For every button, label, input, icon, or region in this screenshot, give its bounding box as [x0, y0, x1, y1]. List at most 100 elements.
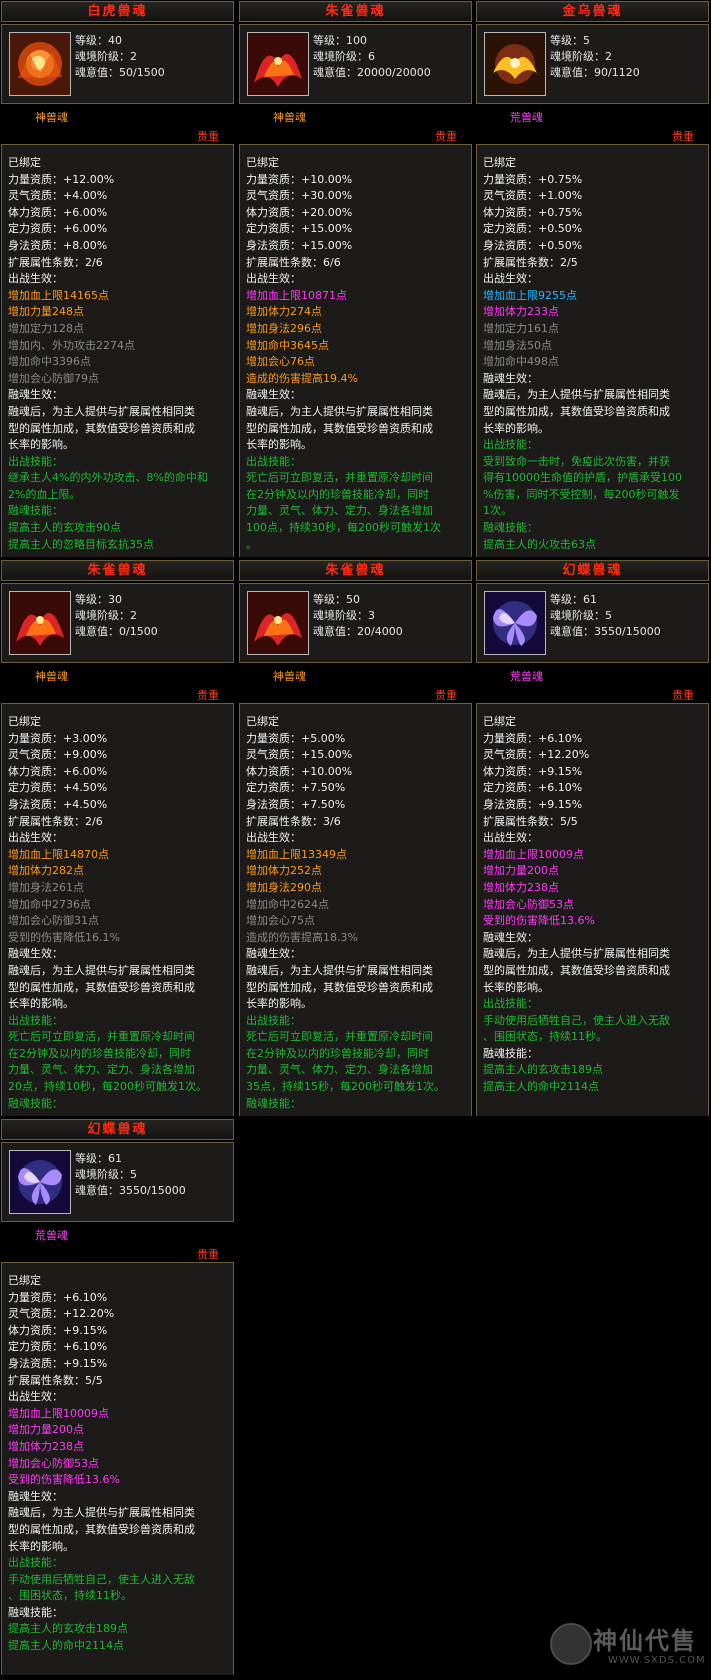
soul-value: 魂意值：3550/15000 — [75, 1184, 186, 1197]
attribute-line: 定力资质：+0.50% — [483, 222, 583, 236]
soul-level: 等级：61 — [75, 1152, 122, 1165]
golden-crow-icon[interactable] — [484, 32, 546, 96]
attribute-line: 提高主人的玄攻击189点 — [483, 1063, 603, 1077]
attribute-line: 100点，持续30秒，每200秒可触发1次 — [246, 521, 441, 535]
soul-rarity: 贵重 — [672, 130, 694, 143]
attribute-line: 融魂生效： — [483, 371, 538, 385]
attribute-line: 出战技能： — [483, 997, 538, 1011]
attribute-line: 扩展属性条数：6/6 — [246, 255, 341, 269]
attribute-line: 已绑定 — [8, 715, 41, 728]
attribute-line: 融魂后，为主人提供与扩展属性相同类 — [8, 404, 195, 418]
attribute-line: 灵气资质：+12.20% — [483, 748, 590, 762]
attribute-line: 融魂生效： — [246, 947, 301, 961]
vermilion-bird-icon[interactable] — [9, 591, 71, 655]
attribute-line: 增加体力274点 — [246, 305, 322, 319]
attribute-line: 增加血上限14165点 — [8, 288, 109, 302]
attribute-line: 融魂后，为主人提供与扩展属性相同类 — [8, 1506, 195, 1520]
attribute-line: 死亡后可立即复活，并重置原冷却时间 — [246, 471, 433, 485]
soul-title: 朱雀兽魂 — [239, 560, 472, 581]
attribute-line: 灵气资质：+4.00% — [8, 189, 108, 203]
attribute-line: 35点，持续15秒，每200秒可触发1次。 — [246, 1080, 445, 1094]
attribute-line: 型的属性加成，其数值受珍兽资质和成 — [8, 1522, 195, 1536]
soul-value: 魂意值：20/4000 — [313, 625, 403, 638]
soul-stage: 魂境阶级：5 — [75, 1168, 137, 1181]
phantom-butterfly-icon[interactable] — [9, 1150, 71, 1214]
soul-value: 魂意值：0/1500 — [75, 625, 158, 638]
attribute-line: 提高主人的玄攻击90点 — [8, 521, 121, 535]
attribute-lines: 已绑定 力量资质：+12.00% 灵气资质：+4.00% 体力资质：+6.00% 定力资… — [8, 155, 229, 553]
soul-level: 等级：61 — [550, 593, 597, 606]
attribute-line: 灵气资质：+30.00% — [246, 189, 353, 203]
attribute-line: 造成的伤害提高19.4% — [246, 371, 358, 385]
soul-title: 幻蝶兽魂 — [476, 560, 709, 581]
attribute-line: 增加定力161点 — [483, 321, 559, 335]
attribute-line: 融魂技能： — [483, 1046, 538, 1060]
attribute-line: 增加体力233点 — [483, 305, 559, 319]
attribute-line: 扩展属性条数：5/5 — [483, 814, 578, 828]
attribute-line: 增加力量200点 — [8, 1423, 84, 1437]
soul-level: 等级：50 — [313, 593, 360, 606]
watermark-url: WWW.SXDS.COM — [608, 1655, 706, 1666]
soul-category: 神兽魂 — [35, 670, 68, 683]
white-tiger-icon[interactable] — [9, 32, 71, 96]
attribute-line: 增加体力252点 — [246, 864, 322, 878]
attribute-line: 出战生效： — [8, 1390, 63, 1404]
soul-title: 朱雀兽魂 — [239, 1, 472, 22]
soul-detail-panel: 已绑定 力量资质：+12.00% 灵气资质：+4.00% 体力资质：+6.00% 定力资… — [1, 144, 234, 557]
attribute-lines: 已绑定 力量资质：+3.00% 灵气资质：+9.00% 体力资质：+6.00% 定力资质… — [8, 714, 229, 1112]
attribute-line: 增加会心75点 — [246, 914, 315, 928]
attribute-line: 定力资质：+6.00% — [8, 222, 108, 236]
attribute-lines: 已绑定 力量资质：+6.10% 灵气资质：+12.20% 体力资质：+9.15% 定力资… — [483, 714, 704, 1096]
attribute-line: 出战技能： — [8, 1556, 63, 1570]
soul-value: 魂意值：50/1500 — [75, 66, 165, 79]
attribute-line: 力量资质：+10.00% — [246, 172, 353, 186]
attribute-line: 扩展属性条数：2/6 — [8, 255, 103, 269]
attribute-line: 融魂生效： — [8, 947, 63, 961]
beast-soul-tooltip-screenshot: { "cards": [ { "title": "白虎兽魂", "level":… — [0, 0, 711, 1680]
soul-stage: 魂境阶级：5 — [550, 609, 612, 622]
attribute-line: 出战生效： — [246, 831, 301, 845]
attribute-line: 型的属性加成，其数值受珍兽资质和成 — [8, 980, 195, 994]
attribute-line: 扩展属性条数：2/6 — [8, 814, 103, 828]
attribute-line: 融魂后，为主人提供与扩展属性相同类 — [246, 963, 433, 977]
attribute-line: 增加会心76点 — [246, 355, 315, 369]
attribute-line: 出战生效： — [8, 831, 63, 845]
soul-stage: 魂境阶级：2 — [75, 50, 137, 63]
attribute-line: 、围困状态，持续11秒。 — [483, 1030, 607, 1044]
attribute-lines: 已绑定 力量资质：+6.10% 灵气资质：+12.20% 体力资质：+9.15% 定力资… — [8, 1273, 229, 1655]
attribute-line: 受到的伤害降低16.1% — [8, 930, 120, 944]
attribute-line: 受到致命一击时，免疫此次伤害，并获 — [483, 454, 670, 468]
vermilion-bird-icon[interactable] — [247, 591, 309, 655]
beast-soul-tooltip: 朱雀兽魂 等级：100 魂境阶级：6 魂意值：20000/20000 神兽魂 贵… — [238, 0, 473, 557]
vermilion-bird-icon[interactable] — [247, 32, 309, 96]
soul-rarity: 贵重 — [197, 689, 219, 702]
soul-level: 等级：100 — [313, 34, 367, 47]
attribute-line: 身法资质：+4.50% — [8, 797, 108, 811]
attribute-line: 已绑定 — [8, 1274, 41, 1287]
attribute-line: 体力资质：+9.15% — [483, 764, 583, 778]
attribute-line: 增加血上限10009点 — [8, 1406, 109, 1420]
attribute-line: 增加会心防御53点 — [8, 1456, 99, 1470]
attribute-line: 2%的血上限。 — [8, 487, 81, 501]
phantom-butterfly-icon[interactable] — [484, 591, 546, 655]
attribute-line: 力量资质：+12.00% — [8, 172, 115, 186]
attribute-line: 融魂后，为主人提供与扩展属性相同类 — [483, 947, 670, 961]
attribute-line: 增加定力128点 — [8, 321, 84, 335]
attribute-line: 长率的影响。 — [483, 980, 549, 994]
soul-title: 幻蝶兽魂 — [1, 1119, 234, 1140]
attribute-line: 体力资质：+20.00% — [246, 205, 353, 219]
attribute-line: 力量、灵气、体力、定力、身法各增加 — [246, 1063, 433, 1077]
soul-category: 荒兽魂 — [35, 1229, 68, 1242]
soul-detail-panel: 已绑定 力量资质：+10.00% 灵气资质：+30.00% 体力资质：+20.00% 定… — [239, 144, 472, 557]
attribute-line: 定力资质：+6.10% — [8, 1340, 108, 1354]
attribute-lines: 已绑定 力量资质：+10.00% 灵气资质：+30.00% 体力资质：+20.00% 定… — [246, 155, 467, 553]
soul-category: 神兽魂 — [35, 111, 68, 124]
attribute-line: 体力资质：+6.00% — [8, 205, 108, 219]
soul-detail-panel: 已绑定 力量资质：+3.00% 灵气资质：+9.00% 体力资质：+6.00% 定力资质… — [1, 703, 234, 1116]
attribute-line: 融魂技能： — [8, 1096, 63, 1110]
soul-info-panel: 等级：30 魂境阶级：2 魂意值：0/1500 — [1, 583, 234, 663]
attribute-line: 出战生效： — [246, 272, 301, 286]
attribute-line: 出战生效： — [483, 831, 538, 845]
attribute-line: 增加血上限10009点 — [483, 847, 584, 861]
attribute-line: 已绑定 — [246, 156, 279, 169]
